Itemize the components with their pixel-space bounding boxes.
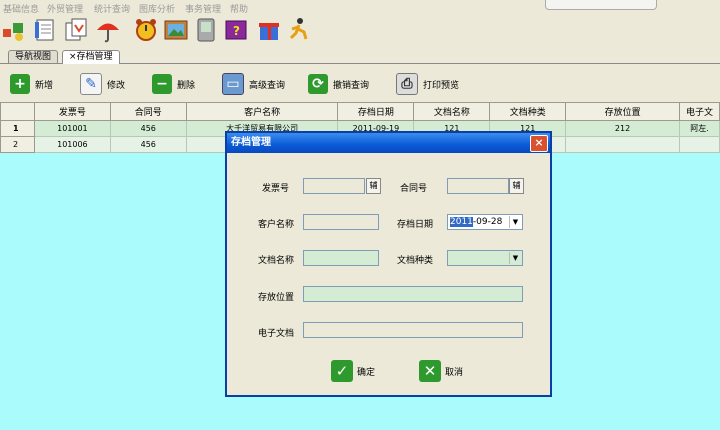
ok-button-label: 确定 xyxy=(357,367,376,378)
chevron-down-icon[interactable]: ▼ xyxy=(509,252,521,264)
column-header[interactable]: 存档日期 xyxy=(337,102,415,121)
column-header[interactable]: 发票号 xyxy=(33,102,111,121)
dialog-title: 存档管理 xyxy=(227,133,550,153)
doctype-select[interactable]: ▼ xyxy=(447,250,523,266)
menu-bar: 基础信息 外贸管理 统计查询 图库分析 事务管理 帮助 xyxy=(0,0,720,15)
monitor-search-icon: ▭ xyxy=(222,73,244,95)
table-cell[interactable]: 456 xyxy=(109,136,187,153)
table-cell[interactable] xyxy=(565,136,680,153)
cancel-button-label: 取消 xyxy=(445,367,464,378)
delete-button-label: 删除 xyxy=(177,80,196,91)
minus-icon: − xyxy=(152,74,172,94)
tools-icon[interactable] xyxy=(0,16,28,44)
delete-button[interactable]: − 删除 xyxy=(152,73,195,95)
refresh-icon: ⟳ xyxy=(308,74,328,94)
contract-label: 合同号 xyxy=(400,184,428,194)
gift-icon[interactable] xyxy=(255,16,283,44)
umbrella-icon[interactable] xyxy=(94,16,122,44)
edit-button-label: 修改 xyxy=(107,80,126,91)
invoice-field[interactable] xyxy=(303,178,365,194)
table-cell[interactable]: 阿左. xyxy=(678,120,720,137)
table-cell[interactable]: 456 xyxy=(109,120,187,137)
icon-toolbar: ? xyxy=(0,14,720,48)
edit-icon: ✎ xyxy=(80,73,102,95)
efile-field[interactable] xyxy=(303,322,523,338)
row-number[interactable]: 1 xyxy=(0,120,35,137)
table-cell[interactable] xyxy=(678,136,720,153)
efile-label: 电子文档 xyxy=(258,329,295,339)
date-rest: -09-28 xyxy=(472,217,503,227)
table-cell[interactable]: 101001 xyxy=(33,120,111,137)
cancel-button[interactable]: ✕ 取消 xyxy=(419,359,463,383)
docs-icon[interactable] xyxy=(62,16,90,44)
archive-dialog: 存档管理 × 发票号 辅 合同号 辅 客户名称 存档日期 2011-09-28 … xyxy=(225,131,552,397)
close-button[interactable]: × xyxy=(530,135,548,152)
customer-field[interactable] xyxy=(303,214,379,230)
cancel-search-button[interactable]: ⟳ 撤销查询 xyxy=(308,73,369,95)
notes-icon[interactable] xyxy=(32,16,60,44)
runner-icon[interactable] xyxy=(285,16,313,44)
contract-aux-button[interactable]: 辅 xyxy=(509,178,524,194)
picture-icon[interactable] xyxy=(162,16,190,44)
invoice-label: 发票号 xyxy=(262,184,290,194)
row-number[interactable]: 2 xyxy=(0,136,35,153)
tab-strip: 导航视图 ×存档管理 xyxy=(0,48,720,64)
action-toolbar: + 新增 ✎ 修改 − 删除 ▭ 高级查询 ⟳ 撤销查询 ⎙ 打印预览 xyxy=(0,64,720,102)
table-cell[interactable]: 212 xyxy=(565,120,680,137)
column-header[interactable]: 文档名称 xyxy=(413,102,491,121)
add-button[interactable]: + 新增 xyxy=(10,73,53,95)
pda-icon[interactable] xyxy=(192,16,220,44)
chevron-down-icon[interactable]: ▼ xyxy=(509,216,521,228)
column-header[interactable]: 电子文 xyxy=(678,102,720,121)
row-number-header xyxy=(0,102,35,121)
ok-button[interactable]: ✓ 确定 xyxy=(331,359,375,383)
window-tab-handle xyxy=(545,0,657,10)
add-button-label: 新增 xyxy=(35,80,54,91)
contract-field[interactable] xyxy=(447,178,509,194)
advanced-search-label: 高级查询 xyxy=(249,80,286,91)
printer-icon: ⎙ xyxy=(396,73,418,95)
column-header[interactable]: 合同号 xyxy=(109,102,187,121)
tab-navigation-view[interactable]: 导航视图 xyxy=(8,50,59,63)
advanced-search-button[interactable]: ▭ 高级查询 xyxy=(222,73,285,95)
tab-archive-management[interactable]: ×存档管理 xyxy=(62,50,120,64)
print-preview-label: 打印预览 xyxy=(423,80,460,91)
help-book-icon[interactable]: ? xyxy=(222,16,250,44)
plus-icon: + xyxy=(10,74,30,94)
close-icon: ✕ xyxy=(419,360,441,382)
check-icon: ✓ xyxy=(331,360,353,382)
column-header[interactable]: 存放位置 xyxy=(565,102,680,121)
doctype-label: 文档种类 xyxy=(397,256,434,266)
cancel-search-label: 撤销查询 xyxy=(333,80,370,91)
column-header[interactable]: 客户名称 xyxy=(185,102,339,121)
archive-date-picker[interactable]: 2011-09-28 ▼ xyxy=(447,214,523,230)
archive-date-label: 存档日期 xyxy=(397,220,434,230)
location-field[interactable] xyxy=(303,286,523,302)
docname-label: 文档名称 xyxy=(258,256,295,266)
invoice-aux-button[interactable]: 辅 xyxy=(366,178,381,194)
edit-button[interactable]: ✎ 修改 xyxy=(80,73,125,95)
alarm-clock-icon[interactable] xyxy=(132,16,160,44)
location-label: 存放位置 xyxy=(258,293,295,303)
print-preview-button[interactable]: ⎙ 打印预览 xyxy=(396,73,459,95)
column-header[interactable]: 文档种类 xyxy=(489,102,567,121)
docname-field[interactable] xyxy=(303,250,379,266)
customer-label: 客户名称 xyxy=(258,220,295,230)
table-cell[interactable]: 101006 xyxy=(33,136,111,153)
svg-text:?: ? xyxy=(233,24,240,38)
date-year-selected: 2011 xyxy=(450,217,473,227)
table-header-row: 发票号 合同号 客户名称 存档日期 文档名称 文档种类 存放位置 电子文 xyxy=(0,102,720,121)
